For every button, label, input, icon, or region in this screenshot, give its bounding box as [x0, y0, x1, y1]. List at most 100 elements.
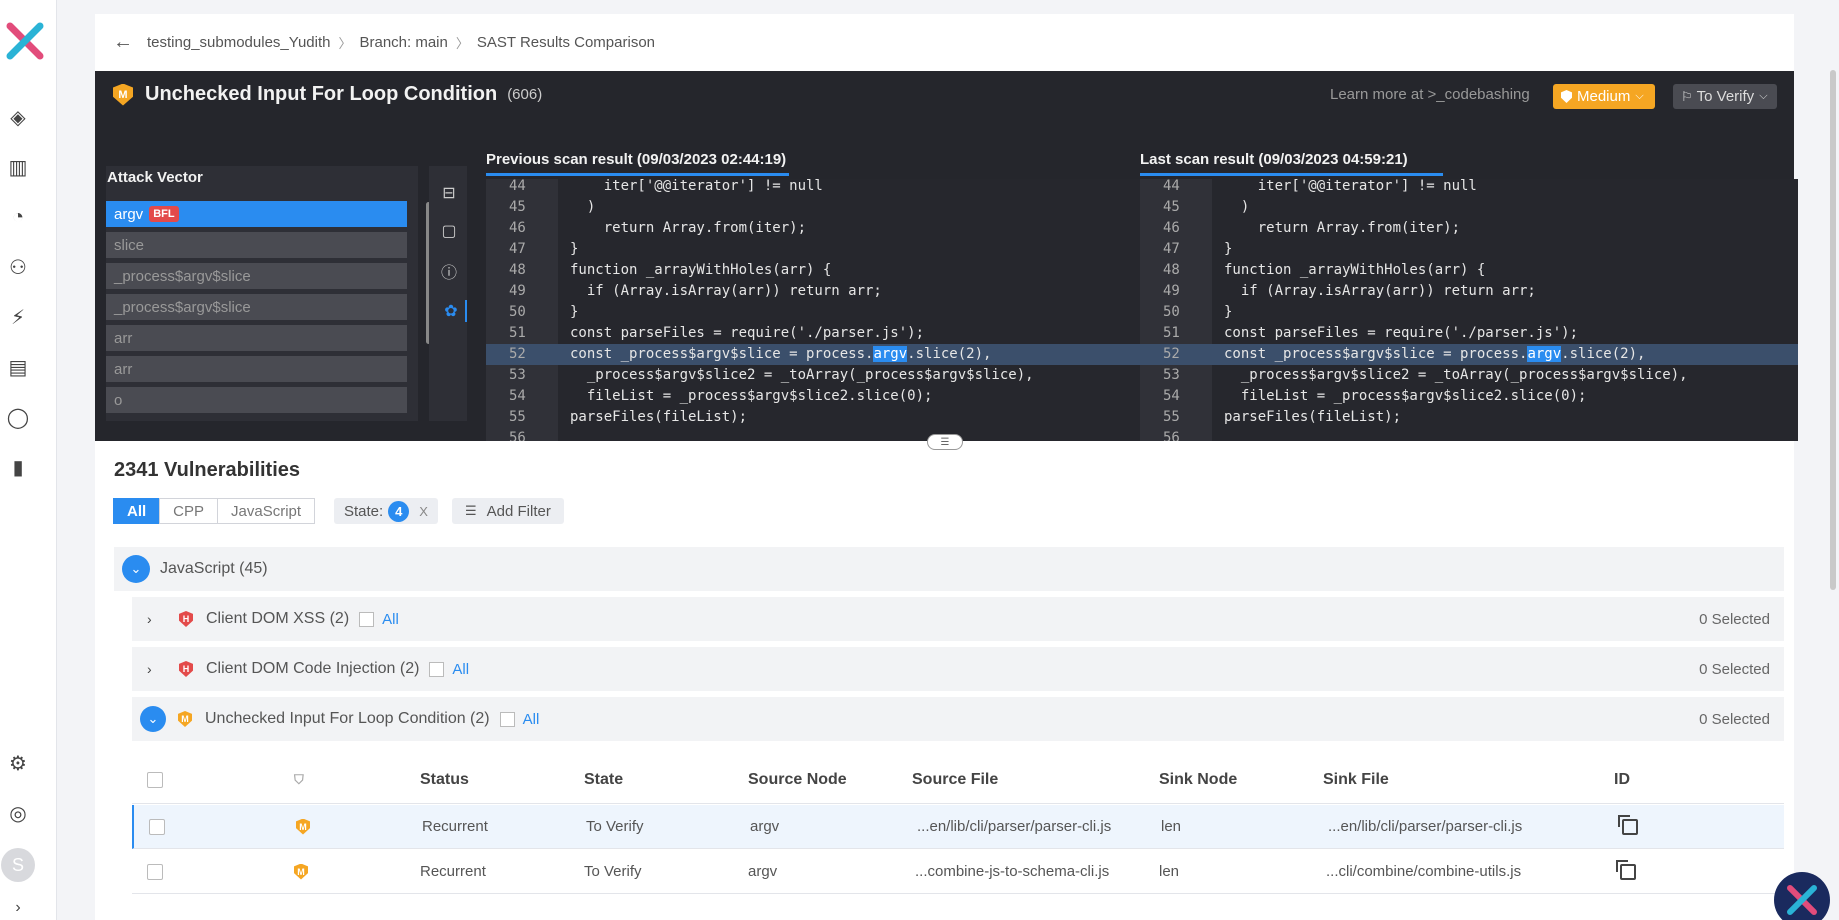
- select-all-rows-checkbox[interactable]: [147, 771, 163, 788]
- query-group-unchecked-input[interactable]: ⌄ M Unchecked Input For Loop Condition (…: [132, 697, 1784, 741]
- query-group-client-dom-code-injection[interactable]: › H Client DOM Code Injection (2) All 0 …: [132, 647, 1784, 691]
- selected-count: 0 Selected: [1699, 660, 1770, 678]
- attack-vector-item[interactable]: arr: [106, 325, 407, 351]
- line-number: 48: [509, 262, 526, 278]
- chevron-down-icon[interactable]: ⌄: [140, 706, 166, 732]
- flow-icon[interactable]: ⊟: [438, 182, 460, 204]
- column-source-node[interactable]: Source Node: [748, 771, 847, 789]
- page-scrollbar[interactable]: [1830, 70, 1836, 590]
- clipboard-icon[interactable]: ▤: [5, 354, 31, 380]
- chevron-right-icon[interactable]: ›: [147, 611, 161, 627]
- highlighted-token[interactable]: argv: [1527, 346, 1562, 362]
- severity-dropdown[interactable]: Medium ⌵: [1553, 84, 1655, 109]
- code-line: 56: [486, 428, 1144, 441]
- state-dropdown[interactable]: ⚐ To Verify ⌵: [1673, 84, 1777, 109]
- state-filter-chip[interactable]: State: 4 X: [334, 498, 438, 524]
- breadcrumb-branch[interactable]: Branch: main: [359, 34, 447, 51]
- line-number: 56: [1163, 430, 1180, 441]
- code-text: function _arrayWithHoles(arr) {: [1224, 262, 1486, 278]
- code-text: }: [570, 304, 579, 320]
- back-arrow-icon[interactable]: ←: [109, 28, 137, 56]
- column-sink-node[interactable]: Sink Node: [1159, 771, 1237, 789]
- row-checkbox[interactable]: [147, 863, 163, 880]
- select-all-checkbox[interactable]: [359, 611, 375, 627]
- code-line: 54 fileList = _process$argv$slice2.slice…: [1140, 386, 1798, 407]
- code-line: 44 iter['@@iterator'] != null: [1140, 179, 1798, 197]
- code-line: 55 parseFiles(fileList);: [1140, 407, 1798, 428]
- chevron-right-icon[interactable]: ›: [147, 661, 161, 677]
- column-sink-file[interactable]: Sink File: [1323, 771, 1389, 789]
- chevron-down-icon[interactable]: ⌄: [122, 555, 150, 583]
- code-text: }: [1224, 304, 1233, 320]
- copy-id-icon[interactable]: [1616, 859, 1636, 880]
- chevron-down-icon: ⌵: [1759, 90, 1768, 102]
- users-icon[interactable]: ⚇: [5, 254, 31, 280]
- select-all-link[interactable]: All: [523, 711, 540, 728]
- severity-letter: M: [118, 88, 128, 101]
- resize-handle-icon[interactable]: ☰: [927, 434, 963, 450]
- code-line: 52 const _process$argv$slice = process.ar…: [1140, 344, 1798, 365]
- line-number: 51: [1163, 325, 1180, 341]
- user-avatar[interactable]: S: [1, 848, 35, 882]
- code-line: 53 _process$argv$slice2 = _toArray(_proc…: [486, 365, 1144, 386]
- table-row[interactable]: M Recurrent To Verify argv ...en/lib/cli…: [132, 805, 1784, 849]
- highlighted-token[interactable]: argv: [873, 346, 908, 362]
- plugin-icon[interactable]: ⚡: [5, 304, 31, 330]
- expand-nav-chevron-icon[interactable]: ›: [5, 895, 31, 920]
- language-group-javascript[interactable]: ⌄ JavaScript (45): [114, 547, 1784, 591]
- code-line: 47}: [1140, 239, 1798, 260]
- select-all-link[interactable]: All: [382, 611, 399, 628]
- library-icon[interactable]: ▥: [5, 154, 31, 180]
- breadcrumb-project[interactable]: testing_submodules_Yudith: [147, 34, 330, 51]
- add-filter-button[interactable]: ☰ Add Filter: [452, 498, 564, 524]
- select-all-link[interactable]: All: [452, 661, 469, 678]
- code-line: 48 function _arrayWithHoles(arr) {: [1140, 260, 1798, 281]
- attack-vector-item[interactable]: _process$argv$slice: [106, 294, 407, 320]
- query-group-client-dom-xss[interactable]: › H Client DOM XSS (2) All 0 Selected: [132, 597, 1784, 641]
- tab-cpp[interactable]: CPP: [159, 498, 219, 524]
- attack-vector-item[interactable]: o: [106, 387, 407, 413]
- severity-column-shield-icon[interactable]: ⛉: [294, 772, 304, 788]
- assistant-launcher-button[interactable]: [1774, 872, 1830, 920]
- vulnerability-detail-panel: M Unchecked Input For Loop Condition (60…: [95, 71, 1798, 441]
- attack-vector-item[interactable]: argv BFL: [106, 201, 407, 227]
- column-state[interactable]: State: [584, 771, 623, 789]
- support-icon[interactable]: ◎: [5, 800, 31, 826]
- query-group-label: Client DOM XSS (2): [206, 610, 350, 627]
- attack-vector-heading: Attack Vector: [107, 169, 203, 186]
- row-checkbox[interactable]: [149, 818, 165, 835]
- column-id[interactable]: ID: [1614, 771, 1630, 789]
- code-line: 46 return Array.from(iter);: [486, 218, 1144, 239]
- remediation-icon[interactable]: ✿: [437, 300, 467, 322]
- tab-javascript[interactable]: JavaScript: [217, 498, 316, 524]
- attack-vector-item[interactable]: arr: [106, 356, 407, 382]
- code-text: const _process$argv$slice = process.argv…: [570, 346, 992, 362]
- checkmarx-logo[interactable]: [4, 20, 46, 62]
- code-line: 45 ): [486, 197, 1144, 218]
- lightbulb-icon[interactable]: ◯: [5, 404, 31, 430]
- select-all-checkbox[interactable]: [429, 661, 445, 677]
- column-source-file[interactable]: Source File: [912, 771, 998, 789]
- row-state: To Verify: [584, 863, 642, 880]
- dashboard-gauge-icon[interactable]: ◔: [5, 204, 31, 230]
- vulnerability-count: (606): [507, 86, 543, 103]
- column-status[interactable]: Status: [420, 771, 469, 789]
- code-line: 49 if (Array.isArray(arr)) return arr;: [1140, 281, 1798, 302]
- copy-id-icon[interactable]: [1618, 814, 1638, 835]
- select-all-checkbox[interactable]: [499, 711, 515, 727]
- settings-gear-icon[interactable]: ⚙: [5, 750, 31, 776]
- codebashing-link[interactable]: Learn more at >_codebashing: [1330, 86, 1530, 103]
- attack-vector-item[interactable]: _process$argv$slice: [106, 263, 407, 289]
- analytics-bars-icon[interactable]: ▮: [5, 454, 31, 480]
- close-icon[interactable]: X: [419, 504, 428, 519]
- tab-all[interactable]: All: [113, 498, 161, 524]
- code-line: 51 const parseFiles = require('./parser.j…: [486, 323, 1144, 344]
- info-icon[interactable]: ⓘ: [438, 260, 460, 282]
- notes-icon[interactable]: ▢: [438, 220, 460, 242]
- line-number: 46: [1163, 220, 1180, 236]
- layers-icon[interactable]: ◈: [5, 104, 31, 130]
- row-sink-node: len: [1161, 818, 1182, 835]
- attack-vector-item[interactable]: slice: [106, 232, 407, 258]
- table-row[interactable]: M Recurrent To Verify argv ...combine-js…: [132, 850, 1784, 894]
- bfl-badge: BFL: [149, 206, 179, 222]
